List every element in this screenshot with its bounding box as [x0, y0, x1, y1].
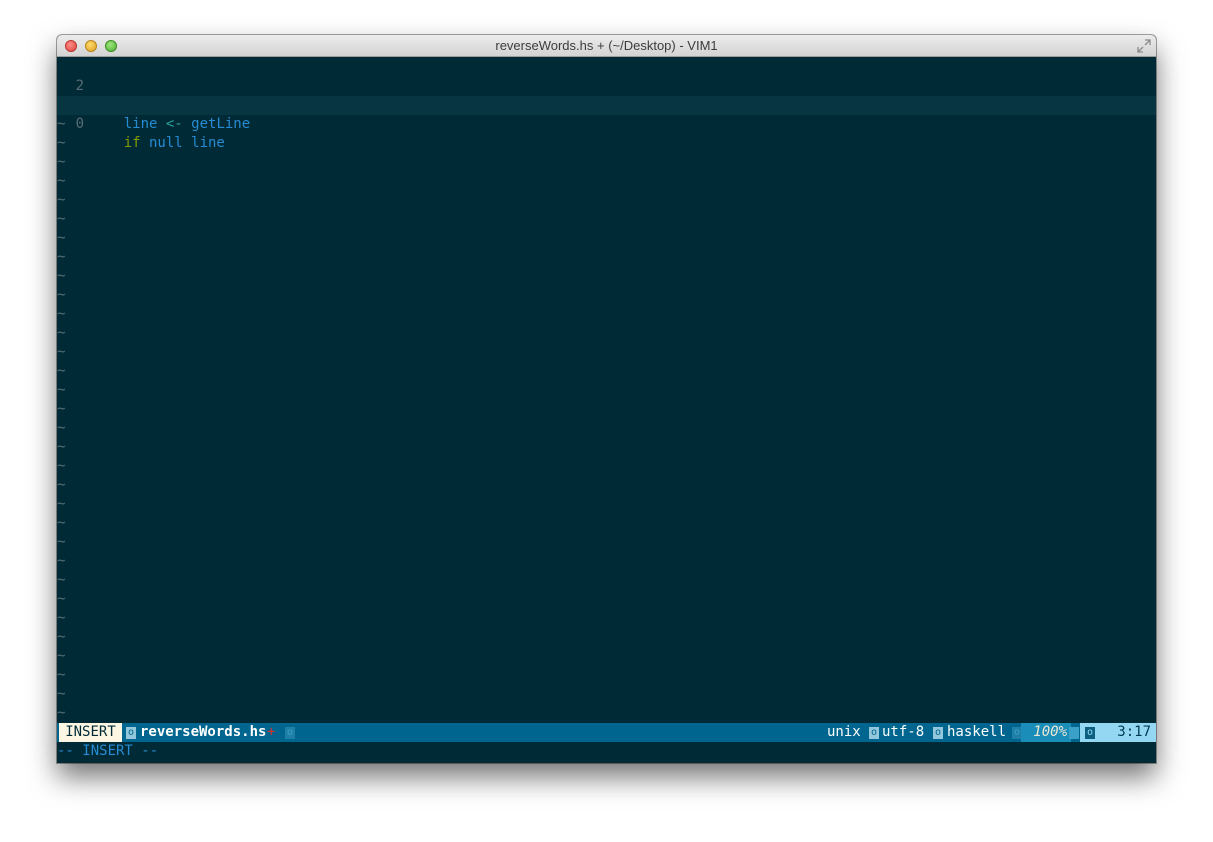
- status-line: INSERT o reverseWords.hs + o unix o utf-…: [57, 723, 1156, 742]
- buffer-line[interactable]: 2 main = do: [57, 58, 1156, 113]
- empty-line-marker: ~: [57, 325, 66, 341]
- fullscreen-icon[interactable]: [1136, 38, 1152, 54]
- window-title: reverseWords.hs + (~/Desktop) - VIM1: [495, 38, 718, 53]
- empty-line-marker: ~: [57, 439, 66, 455]
- vim-window: reverseWords.hs + (~/Desktop) - VIM1 2 m…: [57, 35, 1156, 763]
- empty-line-marker: ~: [57, 363, 66, 379]
- separator-icon: o: [126, 727, 136, 739]
- separator-icon: o: [869, 727, 879, 739]
- empty-line-marker: ~: [57, 629, 66, 645]
- buffer-line[interactable]: 1 line <- getLine: [57, 77, 1156, 132]
- empty-line-marker: ~: [57, 610, 66, 626]
- encoding: utf-8: [882, 724, 925, 740]
- empty-line-marker: ~: [57, 135, 66, 151]
- empty-line-marker: ~: [57, 667, 66, 683]
- empty-line-marker: ~: [57, 116, 66, 132]
- empty-line-marker: ~: [57, 515, 66, 531]
- buffer-line-current[interactable]: 0 if null line: [57, 96, 1156, 151]
- empty-line-marker: ~: [57, 211, 66, 227]
- empty-line-marker: ~: [57, 705, 66, 721]
- mode-indicator: INSERT: [59, 723, 122, 742]
- empty-line-marker: ~: [57, 648, 66, 664]
- empty-line-marker: ~: [57, 553, 66, 569]
- percent: 100%: [1021, 723, 1071, 742]
- cursor-position: 3:17: [1111, 723, 1151, 742]
- empty-line-marker: ~: [57, 686, 66, 702]
- code-text: if null line: [123, 135, 225, 151]
- empty-line-marker: ~: [57, 477, 66, 493]
- empty-line-marker: ~: [57, 591, 66, 607]
- empty-line-marker: ~: [57, 287, 66, 303]
- separator-icon: o: [285, 727, 295, 739]
- modified-flag: +: [267, 724, 276, 740]
- separator-icon: o: [1085, 727, 1095, 739]
- empty-line-marker: ~: [57, 496, 66, 512]
- empty-line-marker: ~: [57, 249, 66, 265]
- title-bar: reverseWords.hs + (~/Desktop) - VIM1: [57, 35, 1156, 57]
- empty-line-marker: ~: [57, 382, 66, 398]
- empty-line-marker: ~: [57, 192, 66, 208]
- empty-line-marker: ~: [57, 458, 66, 474]
- separator-icon: o: [933, 727, 943, 739]
- command-line[interactable]: -- INSERT --: [57, 742, 1156, 761]
- code-text: line <- getLine: [90, 116, 251, 132]
- empty-line-marker: ~: [57, 572, 66, 588]
- empty-line-marker: ~: [57, 306, 66, 322]
- empty-line-marker: ~: [57, 154, 66, 170]
- fileformat: unix: [827, 724, 861, 740]
- empty-line-marker: ~: [57, 420, 66, 436]
- filetype: haskell: [947, 724, 1007, 740]
- empty-line-marker: ~: [57, 344, 66, 360]
- empty-line-marker: ~: [57, 268, 66, 284]
- empty-line-marker: ~: [57, 173, 66, 189]
- empty-line-marker: ~: [57, 534, 66, 550]
- empty-line-marker: ~: [57, 230, 66, 246]
- filename: reverseWords.hs: [140, 724, 267, 740]
- empty-line-marker: ~: [57, 401, 66, 417]
- separator-icon: o: [1069, 727, 1079, 739]
